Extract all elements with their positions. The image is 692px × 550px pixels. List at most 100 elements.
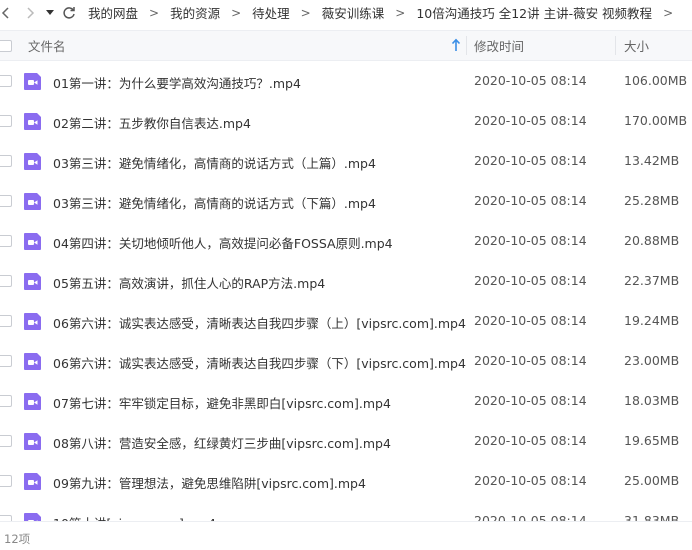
- breadcrumb-item[interactable]: 我的网盘: [86, 3, 140, 22]
- row-checkbox[interactable]: [0, 395, 12, 407]
- chevron-right-icon: [27, 6, 35, 19]
- file-row[interactable]: 02第二讲：五步教你自信表达.mp4 2020-10-05 08:14 170.00…: [0, 101, 692, 141]
- file-name[interactable]: 01第一讲：为什么要学高效沟通技巧？.mp4: [53, 73, 301, 92]
- file-modified-time: 2020-10-05 08:14: [474, 73, 587, 88]
- file-row[interactable]: 01第一讲：为什么要学高效沟通技巧？.mp4 2020-10-05 08:14 10…: [0, 61, 692, 101]
- file-modified-time: 2020-10-05 08:14: [474, 313, 587, 328]
- file-list: 01第一讲：为什么要学高效沟通技巧？.mp4 2020-10-05 08:14 10…: [0, 61, 692, 521]
- file-size: 23.00MB: [624, 353, 680, 368]
- file-size: 19.65MB: [624, 433, 680, 448]
- file-name[interactable]: 09第九讲：管理想法，避免思维陷阱[vipsrc.com].mp4: [53, 473, 366, 492]
- file-name[interactable]: 06第六讲：诚实表达感受，清晰表达自我四步骤（上）[vipsrc.com].mp…: [53, 313, 466, 332]
- forward-button[interactable]: [18, 1, 42, 25]
- video-file-icon: [24, 193, 41, 210]
- file-row[interactable]: 08第八讲：营造安全感，红绿黄灯三步曲[vipsrc.com].mp4 2020-…: [0, 421, 692, 461]
- video-file-icon: [24, 513, 41, 521]
- breadcrumb-item[interactable]: 10倍沟通技巧 全12讲 主讲-薇安 视频教程: [414, 3, 654, 22]
- file-list-header: 文件名 修改时间 大小: [0, 30, 692, 61]
- file-row[interactable]: 07第七讲：牢牢锁定目标，避免非黑即白[vipsrc.com].mp4 2020-…: [0, 381, 692, 421]
- file-size: 31.83MB: [624, 513, 680, 521]
- file-row[interactable]: 03第三讲：避免情绪化，高情商的说话方式（下篇）.mp4 2020-10-05 0…: [0, 181, 692, 221]
- file-size: 106.00MB: [624, 73, 688, 88]
- file-name[interactable]: 10第十讲[vipsrc.com].mp4: [53, 513, 216, 521]
- row-checkbox[interactable]: [0, 235, 12, 247]
- breadcrumb-separator-icon: >: [149, 5, 160, 20]
- column-header-size[interactable]: 大小: [624, 31, 649, 60]
- video-file-icon: [24, 393, 41, 410]
- file-modified-time: 2020-10-05 08:14: [474, 193, 587, 208]
- column-divider[interactable]: [466, 36, 467, 55]
- video-file-icon: [24, 433, 41, 450]
- video-file-icon: [24, 313, 41, 330]
- video-file-icon: [24, 113, 41, 130]
- item-count: 12项: [4, 532, 31, 546]
- file-name[interactable]: 08第八讲：营造安全感，红绿黄灯三步曲[vipsrc.com].mp4: [53, 433, 391, 452]
- video-file-icon: [24, 473, 41, 490]
- file-row[interactable]: 09第九讲：管理想法，避免思维陷阱[vipsrc.com].mp4 2020-10…: [0, 461, 692, 501]
- breadcrumb: 我的网盘 > 我的资源 > 待处理 > 薇安训练课 >10倍沟通技巧 全12讲 主讲-薇安 视…: [86, 3, 682, 22]
- breadcrumb-separator-icon: >: [395, 5, 406, 20]
- breadcrumb-separator-icon: >: [300, 5, 311, 20]
- refresh-icon: [63, 6, 75, 19]
- file-modified-time: 2020-10-05 08:14: [474, 233, 587, 248]
- breadcrumb-separator-icon: >: [663, 5, 674, 20]
- video-file-icon: [24, 153, 41, 170]
- row-checkbox[interactable]: [0, 435, 12, 447]
- row-checkbox[interactable]: [0, 195, 12, 207]
- file-modified-time: 2020-10-05 08:14: [474, 353, 587, 368]
- file-size: 170.00MB: [624, 113, 688, 128]
- status-bar: 12项: [0, 521, 692, 550]
- file-size: 20.88MB: [624, 233, 680, 248]
- refresh-button[interactable]: [58, 1, 80, 25]
- file-modified-time: 2020-10-05 08:14: [474, 113, 587, 128]
- file-size: 18.03MB: [624, 393, 680, 408]
- breadcrumb-item[interactable]: 我的资源: [168, 3, 222, 22]
- file-name[interactable]: 02第二讲：五步教你自信表达.mp4: [53, 113, 251, 132]
- file-row[interactable]: 10第十讲[vipsrc.com].mp4 2020-10-05 08:14 31.…: [0, 501, 692, 521]
- file-modified-time: 2020-10-05 08:14: [474, 393, 587, 408]
- file-name[interactable]: 03第三讲：避免情绪化，高情商的说话方式（上篇）.mp4: [53, 153, 376, 172]
- video-file-icon: [24, 353, 41, 370]
- video-file-icon: [24, 73, 41, 90]
- file-row[interactable]: 04第四讲：关切地倾听他人，高效提问必备FOSSA原则.mp4 2020-10-0…: [0, 221, 692, 261]
- video-file-icon: [24, 273, 41, 290]
- caret-down-icon: [46, 9, 54, 15]
- column-divider[interactable]: [615, 36, 616, 55]
- file-name[interactable]: 05第五讲：高效演讲，抓住人心的RAP方法.mp4: [53, 273, 325, 292]
- column-header-modified[interactable]: 修改时间: [474, 31, 524, 60]
- file-name[interactable]: 03第三讲：避免情绪化，高情商的说话方式（下篇）.mp4: [53, 193, 376, 212]
- file-row[interactable]: 06第六讲：诚实表达感受，清晰表达自我四步骤（下）[vipsrc.com].mp…: [0, 341, 692, 381]
- file-modified-time: 2020-10-05 08:14: [474, 153, 587, 168]
- file-size: 25.28MB: [624, 193, 680, 208]
- file-size: 25.00MB: [624, 473, 680, 488]
- row-checkbox[interactable]: [0, 475, 12, 487]
- row-checkbox[interactable]: [0, 355, 12, 367]
- back-button[interactable]: [0, 1, 18, 25]
- chevron-left-icon: [1, 6, 9, 19]
- file-row[interactable]: 06第六讲：诚实表达感受，清晰表达自我四步骤（上）[vipsrc.com].mp…: [0, 301, 692, 341]
- breadcrumb-separator-icon: >: [231, 5, 242, 20]
- toolbar: 我的网盘 > 我的资源 > 待处理 > 薇安训练课 >10倍沟通技巧 全12讲 主讲-薇安 视…: [0, 0, 692, 25]
- row-checkbox[interactable]: [0, 275, 12, 287]
- file-name[interactable]: 07第七讲：牢牢锁定目标，避免非黑即白[vipsrc.com].mp4: [53, 393, 391, 412]
- file-name[interactable]: 04第四讲：关切地倾听他人，高效提问必备FOSSA原则.mp4: [53, 233, 393, 252]
- column-header-name[interactable]: 文件名: [28, 31, 465, 60]
- video-file-icon: [24, 233, 41, 250]
- row-checkbox[interactable]: [0, 155, 12, 167]
- file-row[interactable]: 05第五讲：高效演讲，抓住人心的RAP方法.mp4 2020-10-05 08:1…: [0, 261, 692, 301]
- sort-up-arrow-icon[interactable]: [451, 38, 461, 52]
- row-checkbox[interactable]: [0, 315, 12, 327]
- file-modified-time: 2020-10-05 08:14: [474, 273, 587, 288]
- file-modified-time: 2020-10-05 08:14: [474, 513, 587, 521]
- history-dropdown-button[interactable]: [42, 1, 58, 25]
- file-row[interactable]: 03第三讲：避免情绪化，高情商的说话方式（上篇）.mp4 2020-10-05 0…: [0, 141, 692, 181]
- file-modified-time: 2020-10-05 08:14: [474, 473, 587, 488]
- breadcrumb-item[interactable]: 待处理: [250, 3, 292, 22]
- file-size: 19.24MB: [624, 313, 680, 328]
- file-name[interactable]: 06第六讲：诚实表达感受，清晰表达自我四步骤（下）[vipsrc.com].mp…: [53, 353, 466, 372]
- row-checkbox[interactable]: [0, 115, 12, 127]
- select-all-checkbox[interactable]: [0, 31, 12, 60]
- file-size: 22.37MB: [624, 273, 680, 288]
- breadcrumb-item[interactable]: 薇安训练课: [320, 3, 387, 22]
- row-checkbox[interactable]: [0, 75, 12, 87]
